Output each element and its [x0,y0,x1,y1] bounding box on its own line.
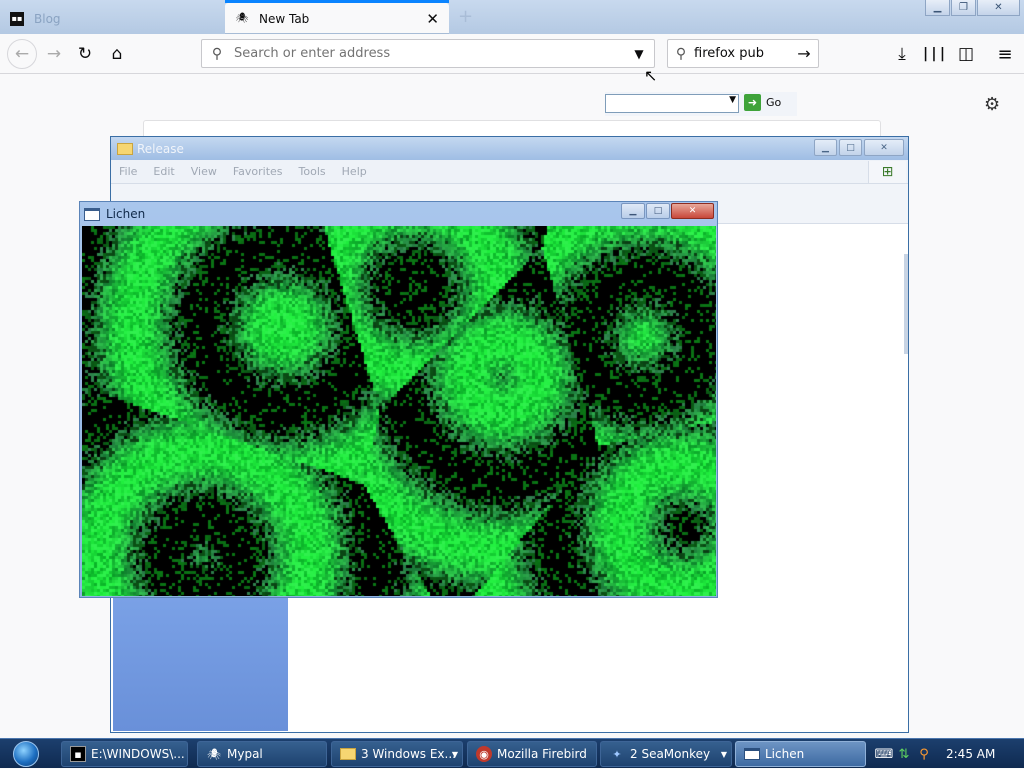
taskbar-item-label: E:\WINDOWS\... [91,747,185,761]
clock[interactable]: 2:45 AM [946,747,995,761]
search-icon: ⚲ [675,45,687,62]
system-tray: ⌨ ⇅ ⚲ 2:45 AM [874,739,1024,769]
url-bar[interactable]: ⚲ ▼ [201,39,655,68]
search-icon[interactable]: ⚲ [914,747,934,762]
reload-icon[interactable]: ↻ [71,40,99,68]
taskbar-item-label: 2 SeaMonkey [630,747,711,761]
taskbar: ▪ E:\WINDOWS\... 🕷 Mypal 3 Windows Ex...… [0,738,1024,768]
window-title: Release [137,141,184,156]
mypal-icon: 🕷 [207,747,221,761]
blog-favicon-icon: ▪▪ [10,11,24,26]
menu-favorites[interactable]: Favorites [233,165,283,178]
tab-new-tab[interactable]: 🕷 New Tab ✕ [225,0,449,34]
keyboard-icon[interactable]: ⌨ [874,747,894,762]
go-label: Go [766,96,782,109]
network-icon[interactable]: ⇅ [894,747,914,762]
menu-file[interactable]: File [119,165,137,178]
window-title: Lichen [106,207,146,221]
menu-edit[interactable]: Edit [153,165,174,178]
folder-icon [117,142,133,155]
console-icon: ▪ [70,746,86,762]
group-arrow-icon: ▼ [720,749,727,759]
minimize-button[interactable]: ▁ [814,139,837,156]
minimize-button[interactable]: ▁ [621,203,645,219]
sidebar-icon[interactable]: ◫ [952,40,980,68]
taskbar-item-mypal[interactable]: 🕷 Mypal [197,741,327,767]
close-tab-icon[interactable]: ✕ [426,10,439,28]
lichen-window-controls: ▁ □ ✕ [620,203,714,219]
browser-tab-strip: ▪▪ Blog 🕷 New Tab ✕ + ▁ ❐ ✕ [0,0,1024,34]
search-icon: ⚲ [211,45,223,62]
explorer-window-controls: ▁ □ ✕ [812,139,904,156]
menu-view[interactable]: View [191,165,217,178]
go-arrow-icon: ➜ [744,94,761,111]
library-icon[interactable]: ||| [920,40,948,68]
taskbar-item-label: 3 Windows Ex... [361,747,456,761]
taskbar-item-windows-explorer[interactable]: 3 Windows Ex... ▼ [331,741,463,767]
minimize-button[interactable]: ▁ [925,0,950,16]
taskbar-item-console[interactable]: ▪ E:\WINDOWS\... [61,741,188,767]
lichen-simulation-canvas[interactable] [82,226,716,596]
restore-button[interactable]: ❐ [951,0,976,16]
menu-help[interactable]: Help [342,165,367,178]
folder-icon [340,748,356,760]
taskbar-item-label: Lichen [765,747,805,761]
taskbar-item-seamonkey[interactable]: ✦ 2 SeaMonkey ▼ [600,741,732,767]
tab-label: New Tab [259,11,310,26]
download-icon[interactable]: ⤓ [888,40,916,68]
close-button[interactable]: ✕ [977,0,1020,16]
window-icon [744,748,760,760]
explorer-task-pane [113,597,288,731]
hamburger-menu-icon[interactable]: ≡ [991,40,1019,68]
explorer-menu-bar: File Edit View Favorites Tools Help [111,160,908,184]
back-arrow-icon[interactable]: ← [7,39,37,69]
browser-nav-toolbar: ← → ↻ ⌂ ⚲ ▼ ⚲ firefox pub → ⤓ ||| ◫ ≡ [0,34,1024,74]
tab-label: Blog [34,11,61,26]
lichen-window: Lichen ▁ □ ✕ [79,201,718,598]
search-bar[interactable]: ⚲ firefox pub → [667,39,819,68]
dropdown-arrow-icon[interactable]: ▼ [729,95,736,105]
windows-flag-icon: ⊞ [868,161,906,183]
chevron-down-icon[interactable]: ▼ [624,47,654,61]
taskbar-item-firebird[interactable]: ◉ Mozilla Firebird [467,741,597,767]
menu-tools[interactable]: Tools [299,165,326,178]
gear-icon[interactable]: ⚙ [984,94,1000,115]
search-go-arrow-icon[interactable]: → [790,44,818,63]
mouse-cursor-icon: ↖ [644,66,658,85]
windows-orb-icon [13,741,39,767]
taskbar-item-label: Mozilla Firebird [497,747,587,761]
url-input[interactable] [232,45,624,62]
go-button[interactable]: ➜ Go [744,94,781,111]
address-combo-box[interactable]: ▼ [605,94,739,113]
tab-blog[interactable]: ▪▪ Blog [0,3,224,34]
window-icon [84,207,100,221]
taskbar-item-lichen[interactable]: Lichen [735,741,866,767]
maximize-button[interactable]: □ [839,139,862,156]
explorer-address-bar: ▼ ➜ Go [605,92,797,116]
explorer-scrollbar[interactable] [904,254,908,354]
browser-window-controls: ▁ ❐ ✕ [924,0,1020,16]
forward-arrow-icon[interactable]: → [40,40,68,68]
search-input[interactable]: firefox pub [694,46,790,61]
close-button[interactable]: ✕ [864,139,904,156]
seamonkey-icon: ✦ [612,747,622,761]
new-tab-plus-icon[interactable]: + [458,6,473,27]
group-arrow-icon: ▼ [451,749,458,759]
taskbar-item-label: Mypal [227,747,263,761]
firebird-icon: ◉ [476,746,492,762]
new-tab-favicon-icon: 🕷 [235,13,249,24]
maximize-button[interactable]: □ [646,203,670,219]
explorer-title-bar[interactable]: Release ▁ □ ✕ [111,137,908,160]
home-icon[interactable]: ⌂ [103,40,131,68]
close-button[interactable]: ✕ [671,203,714,219]
start-button[interactable] [4,739,48,769]
lichen-title-bar[interactable]: Lichen ▁ □ ✕ [80,202,717,226]
